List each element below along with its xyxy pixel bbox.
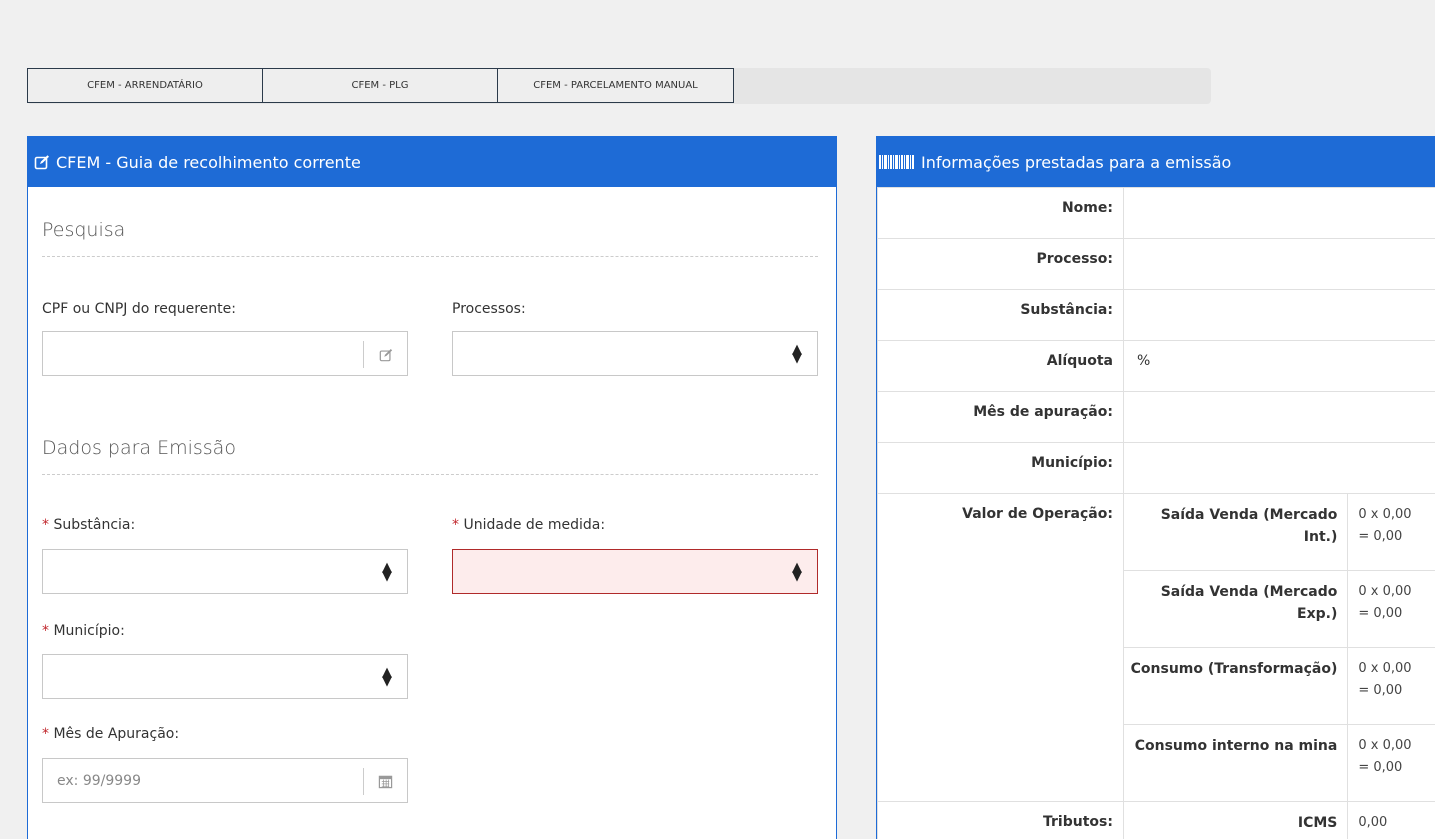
- mes-label: * Mês de Apuração:: [42, 726, 179, 742]
- unidade-label-text: Unidade de medida:: [463, 517, 606, 533]
- mes-label-text: Mês de Apuração:: [53, 726, 180, 742]
- info-key: Substância:: [877, 289, 1124, 341]
- substancia-select[interactable]: ▲ ▼: [42, 549, 408, 594]
- tab-label: CFEM - PARCELAMENTO MANUAL: [533, 80, 698, 91]
- calendar-icon[interactable]: [363, 768, 407, 795]
- operation-value: 0 x 0,00 = 0,00: [1347, 724, 1435, 802]
- tributo-name: ICMS: [1122, 801, 1349, 839]
- required-mark: *: [42, 726, 49, 742]
- barcode-icon: [879, 155, 915, 169]
- substancia-label-text: Substância:: [53, 517, 136, 533]
- processos-label: Processos:: [452, 301, 526, 317]
- info-row-nome: Nome:: [877, 187, 1435, 239]
- info-row-mes: Mês de apuração:: [877, 391, 1435, 443]
- info-key: Nome:: [877, 187, 1124, 239]
- info-row-municipio: Município:: [877, 442, 1435, 494]
- operation-calc: 0 x 0,00: [1358, 738, 1412, 753]
- operation-calc: 0 x 0,00: [1358, 584, 1412, 599]
- tab-cfem-parcelamento-manual[interactable]: CFEM - PARCELAMENTO MANUAL: [497, 68, 734, 103]
- guia-panel: CFEM - Guia de recolhimento corrente Pes…: [27, 136, 837, 839]
- tab-cfem-arrendatario[interactable]: CFEM - ARRENDATÁRIO: [27, 68, 263, 103]
- municipio-select[interactable]: ▲ ▼: [42, 654, 408, 699]
- info-panel-title: Informações prestadas para a emissão: [921, 152, 1232, 172]
- info-row-processo: Processo:: [877, 238, 1435, 290]
- required-mark: *: [42, 517, 49, 533]
- operation-name: Saída Venda (Mercado Int.): [1122, 493, 1349, 571]
- substancia-label: * Substância:: [42, 517, 135, 533]
- operation-value: 0 x 0,00 = 0,00: [1347, 647, 1435, 725]
- cpf-input[interactable]: [43, 332, 407, 375]
- divider: [42, 474, 818, 475]
- info-value: [1122, 238, 1435, 290]
- cpf-label: CPF ou CNPJ do requerente:: [42, 301, 236, 317]
- info-key: Mês de apuração:: [877, 391, 1124, 443]
- operation-total: = 0,00: [1358, 760, 1403, 775]
- operation-total: = 0,00: [1358, 529, 1403, 544]
- info-value: [1122, 187, 1435, 239]
- mes-field[interactable]: [42, 758, 408, 803]
- cpf-field[interactable]: [42, 331, 408, 376]
- operation-name: Consumo (Transformação): [1122, 647, 1349, 725]
- info-key: Alíquota: [877, 340, 1124, 392]
- unidade-select[interactable]: ▲ ▼: [452, 549, 818, 594]
- unidade-label: * Unidade de medida:: [452, 517, 605, 533]
- info-key: Município:: [877, 442, 1124, 494]
- tributos-key: Tributos:: [877, 801, 1124, 839]
- tab-label: CFEM - PLG: [351, 80, 409, 91]
- operation-name: Saída Venda (Mercado Exp.): [1122, 570, 1349, 648]
- municipio-label-text: Município:: [53, 623, 125, 639]
- info-value: [1122, 391, 1435, 443]
- operation-value: 0 x 0,00 = 0,00: [1347, 570, 1435, 648]
- operation-calc: 0 x 0,00: [1358, 507, 1412, 522]
- mes-input[interactable]: [43, 759, 407, 802]
- tab-label: CFEM - ARRENDATÁRIO: [87, 80, 203, 91]
- select-caret-icon: ▲ ▼: [382, 665, 392, 689]
- processos-select[interactable]: ▲ ▼: [452, 331, 818, 376]
- info-panel: Informações prestadas para a emissão Nom…: [876, 136, 1435, 839]
- required-mark: *: [452, 517, 459, 533]
- divider: [42, 256, 818, 257]
- tab-cfem-plg[interactable]: CFEM - PLG: [262, 68, 498, 103]
- operation-total: = 0,00: [1358, 606, 1403, 621]
- municipio-label: * Município:: [42, 623, 125, 639]
- edit-icon: [34, 154, 50, 170]
- info-panel-header: Informações prestadas para a emissão: [877, 137, 1435, 187]
- tributo-value: 0,00: [1347, 801, 1435, 839]
- operation-calc: 0 x 0,00: [1358, 661, 1412, 676]
- info-row-substancia: Substância:: [877, 289, 1435, 341]
- operation-row: Valor de Operação: Saída Venda (Mercado …: [877, 493, 1435, 802]
- valor-operacao-key: Valor de Operação:: [877, 493, 1124, 802]
- operation-total: = 0,00: [1358, 683, 1403, 698]
- info-key: Processo:: [877, 238, 1124, 290]
- info-value: [1122, 442, 1435, 494]
- info-table: Nome: Processo: Substância: Alíquota% Mê…: [877, 187, 1435, 839]
- select-caret-icon: ▲ ▼: [792, 560, 802, 584]
- tributos-row: Tributos: ICMS 0,00: [877, 801, 1435, 839]
- info-value: %: [1122, 340, 1435, 392]
- operation-value: 0 x 0,00 = 0,00: [1347, 493, 1435, 571]
- guia-panel-title: CFEM - Guia de recolhimento corrente: [56, 152, 361, 172]
- select-caret-icon: ▲ ▼: [382, 560, 392, 584]
- required-mark: *: [42, 623, 49, 639]
- info-row-aliquota: Alíquota%: [877, 340, 1435, 392]
- emissao-section-title: Dados para Emissão: [42, 437, 236, 459]
- pesquisa-section-title: Pesquisa: [42, 219, 126, 241]
- guia-panel-header: CFEM - Guia de recolhimento corrente: [28, 137, 836, 187]
- info-value: [1122, 289, 1435, 341]
- operation-name: Consumo interno na mina: [1122, 724, 1349, 802]
- edit-icon[interactable]: [363, 341, 407, 368]
- select-caret-icon: ▲ ▼: [792, 342, 802, 366]
